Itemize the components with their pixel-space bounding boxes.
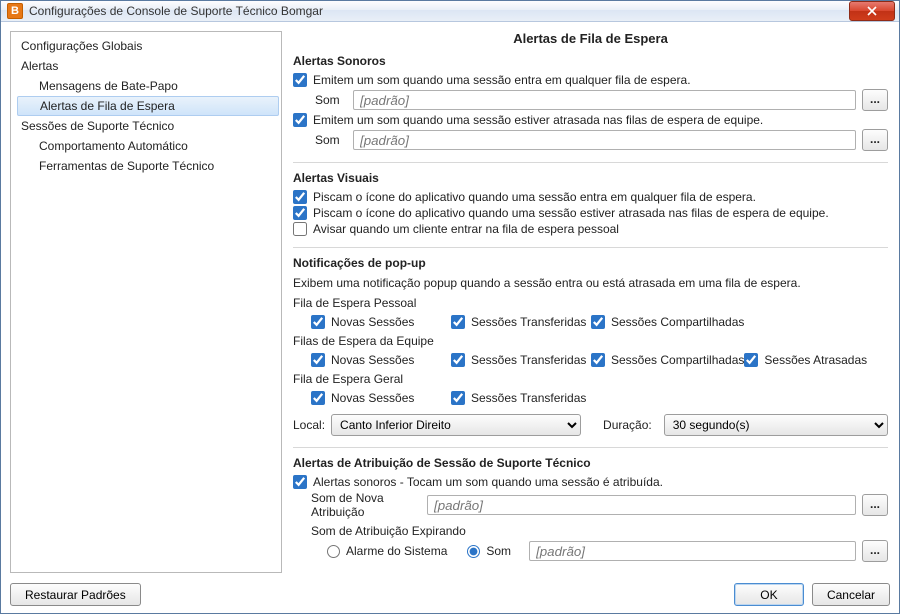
chk-visual-notify-personal[interactable] [293,222,307,236]
dialog-window: B Configurações de Console de Suporte Té… [0,0,900,614]
chk-visual-flash-overdue[interactable] [293,206,307,220]
lbl-general-transferred: Sessões Transferidas [471,391,586,405]
new-assign-sound-field[interactable] [427,495,856,515]
chk-audible-overdue-team[interactable] [293,113,307,127]
chk-general-new[interactable] [311,391,325,405]
app-icon: B [7,3,23,19]
nav-item-alerts[interactable]: Alertas [17,56,279,76]
chk-visual-notify-personal-label: Avisar quando um cliente entrar na fila … [313,222,619,236]
sound2-browse-button[interactable]: ... [862,129,888,151]
lbl-team-overdue: Sessões Atrasadas [764,353,867,367]
lbl-team-transferred: Sessões Transferidas [471,353,586,367]
chk-audible-overdue-team-label: Emitem um som quando uma sessão estiver … [313,113,763,127]
location-combo[interactable]: Canto Inferior Direito [331,414,581,436]
popup-title: Notificações de pop-up [293,256,888,270]
duration-combo[interactable]: 30 segundo(s) [664,414,888,436]
expiring-sound-field[interactable] [529,541,856,561]
visual-title: Alertas Visuais [293,171,888,185]
duration-label: Duração: [587,418,658,432]
sound2-field[interactable] [353,130,856,150]
new-assign-browse-button[interactable]: ... [862,494,888,516]
expiring-sound-label: Som de Atribuição Expirando [311,524,466,538]
nav-item-support-tools[interactable]: Ferramentas de Suporte Técnico [17,156,279,176]
nav-tree[interactable]: Configurações Globais Alertas Mensagens … [10,31,282,573]
popup-general-title: Fila de Espera Geral [293,370,888,388]
nav-item-global[interactable]: Configurações Globais [17,36,279,56]
chk-general-transferred[interactable] [451,391,465,405]
dialog-body: Configurações Globais Alertas Mensagens … [1,22,899,615]
new-assign-sound-label: Som de Nova Atribuição [311,491,421,519]
lbl-personal-shared: Sessões Compartilhadas [611,315,744,329]
chk-assignment-audible-label: Alertas sonoros - Tocam um som quando um… [313,475,663,489]
radio-sound-label: Som [486,544,511,558]
close-icon [867,6,877,16]
separator [293,247,888,248]
audible-title: Alertas Sonoros [293,54,888,68]
chk-visual-flash-overdue-label: Piscam o ícone do aplicativo quando uma … [313,206,829,220]
sound2-label: Som [311,133,347,147]
nav-item-auto-behavior[interactable]: Comportamento Automático [17,136,279,156]
chk-visual-flash-any-label: Piscam o ícone do aplicativo quando uma … [313,190,756,204]
location-label: Local: [293,418,325,432]
content-panes: Configurações Globais Alertas Mensagens … [10,31,890,573]
popup-personal-title: Fila de Espera Pessoal [293,294,888,312]
sound1-field[interactable] [353,90,856,110]
chk-personal-shared[interactable] [591,315,605,329]
radio-system-alarm-label: Alarme do Sistema [346,544,447,558]
restore-defaults-button[interactable]: Restaurar Padrões [10,583,141,606]
chk-team-new[interactable] [311,353,325,367]
nav-item-sessions[interactable]: Sessões de Suporte Técnico [17,116,279,136]
section-assignment: Alertas de Atribuição de Sessão de Supor… [293,456,888,563]
lbl-personal-transferred: Sessões Transferidas [471,315,586,329]
chk-personal-new[interactable] [311,315,325,329]
chk-visual-flash-any[interactable] [293,190,307,204]
close-button[interactable] [849,1,895,21]
section-visual: Alertas Visuais Piscam o ícone do aplica… [293,171,888,237]
nav-item-queue-alerts[interactable]: Alertas de Fila de Espera [17,96,279,116]
chk-audible-any-queue-label: Emitem um som quando uma sessão entra em… [313,73,691,87]
cancel-button[interactable]: Cancelar [812,583,890,606]
chk-team-transferred[interactable] [451,353,465,367]
page-heading: Alertas de Fila de Espera [293,31,888,46]
settings-content: Alertas de Fila de Espera Alertas Sonoro… [291,31,890,573]
ok-button[interactable]: OK [734,583,804,606]
window-title: Configurações de Console de Suporte Técn… [29,4,849,18]
section-audible: Alertas Sonoros Emitem um som quando uma… [293,54,888,152]
chk-personal-transferred[interactable] [451,315,465,329]
radio-system-alarm[interactable] [327,545,340,558]
nav-item-chat-messages[interactable]: Mensagens de Bate-Papo [17,76,279,96]
expiring-browse-button[interactable]: ... [862,540,888,562]
lbl-general-new: Novas Sessões [331,391,414,405]
separator [293,447,888,448]
popup-team-title: Filas de Espera da Equipe [293,332,888,350]
section-popup: Notificações de pop-up Exibem uma notifi… [293,256,888,437]
popup-desc: Exibem uma notificação popup quando a se… [293,274,888,294]
chk-team-overdue[interactable] [744,353,758,367]
dialog-footer: Restaurar Padrões OK Cancelar [10,573,890,606]
lbl-team-shared: Sessões Compartilhadas [611,353,744,367]
sound1-browse-button[interactable]: ... [862,89,888,111]
sound1-label: Som [311,93,347,107]
lbl-personal-new: Novas Sessões [331,315,414,329]
radio-sound[interactable] [467,545,480,558]
chk-assignment-audible[interactable] [293,475,307,489]
title-bar: B Configurações de Console de Suporte Té… [1,1,899,22]
assignment-title: Alertas de Atribuição de Sessão de Supor… [293,456,888,470]
chk-team-shared[interactable] [591,353,605,367]
lbl-team-new: Novas Sessões [331,353,414,367]
separator [293,162,888,163]
chk-audible-any-queue[interactable] [293,73,307,87]
